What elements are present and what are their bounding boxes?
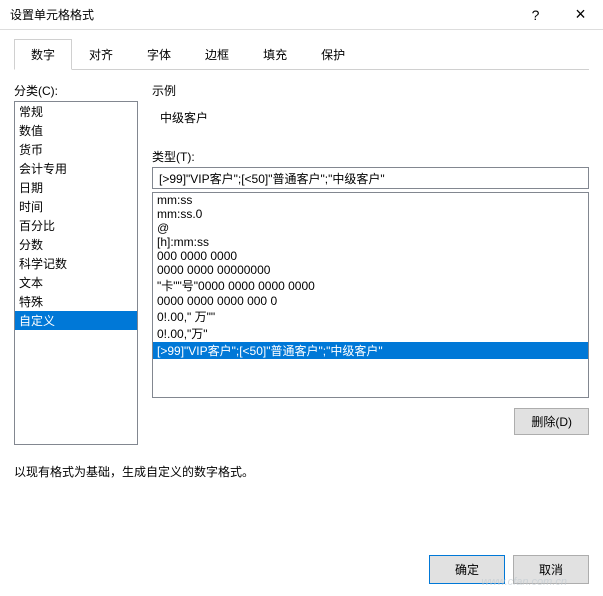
help-button[interactable]: ?	[513, 0, 558, 30]
type-item[interactable]: "卡""号"0000 0000 0000 0000	[153, 277, 588, 294]
sample-label: 示例	[152, 82, 589, 99]
tab-border[interactable]: 边框	[188, 39, 246, 70]
category-item[interactable]: 科学记数	[15, 254, 137, 273]
category-label: 分类(C):	[14, 82, 138, 99]
ok-button[interactable]: 确定	[429, 555, 505, 584]
category-item[interactable]: 时间	[15, 197, 137, 216]
type-label: 类型(T):	[152, 148, 589, 165]
tab-font[interactable]: 字体	[130, 39, 188, 70]
type-item[interactable]: mm:ss	[153, 193, 588, 207]
type-item[interactable]: 0000 0000 00000000	[153, 263, 588, 277]
type-item[interactable]: @	[153, 221, 588, 235]
category-item[interactable]: 分数	[15, 235, 137, 254]
type-item[interactable]: [>99]"VIP客户";[<50]"普通客户";"中级客户"	[153, 342, 588, 359]
category-item[interactable]: 自定义	[15, 311, 137, 330]
category-list[interactable]: 常规 数值 货币 会计专用 日期 时间 百分比 分数 科学记数 文本 特殊 自定…	[14, 101, 138, 445]
type-list[interactable]: mm:ss mm:ss.0 @ [h]:mm:ss 000 0000 0000 …	[152, 192, 589, 398]
category-item[interactable]: 文本	[15, 273, 137, 292]
category-item[interactable]: 货币	[15, 140, 137, 159]
category-item[interactable]: 数值	[15, 121, 137, 140]
hint-text: 以现有格式为基础，生成自定义的数字格式。	[14, 463, 589, 480]
cancel-button[interactable]: 取消	[513, 555, 589, 584]
type-item[interactable]: mm:ss.0	[153, 207, 588, 221]
type-item[interactable]: 0000 0000 0000 000 0	[153, 294, 588, 308]
sample-value: 中级客户	[152, 105, 589, 142]
category-item[interactable]: 会计专用	[15, 159, 137, 178]
category-item[interactable]: 日期	[15, 178, 137, 197]
tab-number[interactable]: 数字	[14, 39, 72, 70]
type-item[interactable]: 0!.00,"万"	[153, 325, 588, 342]
tab-fill[interactable]: 填充	[246, 39, 304, 70]
titlebar: 设置单元格格式 ? ×	[0, 0, 603, 30]
delete-button[interactable]: 删除(D)	[514, 408, 589, 435]
dialog-footer: 确定 取消	[429, 555, 589, 584]
type-input[interactable]	[152, 167, 589, 189]
close-button[interactable]: ×	[558, 0, 603, 30]
type-item[interactable]: [h]:mm:ss	[153, 235, 588, 249]
category-item[interactable]: 百分比	[15, 216, 137, 235]
tabs: 数字 对齐 字体 边框 填充 保护	[14, 38, 589, 70]
window-title: 设置单元格格式	[10, 6, 513, 23]
type-item[interactable]: 0!.00," 万""	[153, 308, 588, 325]
tab-protection[interactable]: 保护	[304, 39, 362, 70]
category-item[interactable]: 常规	[15, 102, 137, 121]
tab-alignment[interactable]: 对齐	[72, 39, 130, 70]
category-item[interactable]: 特殊	[15, 292, 137, 311]
type-item[interactable]: 000 0000 0000	[153, 249, 588, 263]
